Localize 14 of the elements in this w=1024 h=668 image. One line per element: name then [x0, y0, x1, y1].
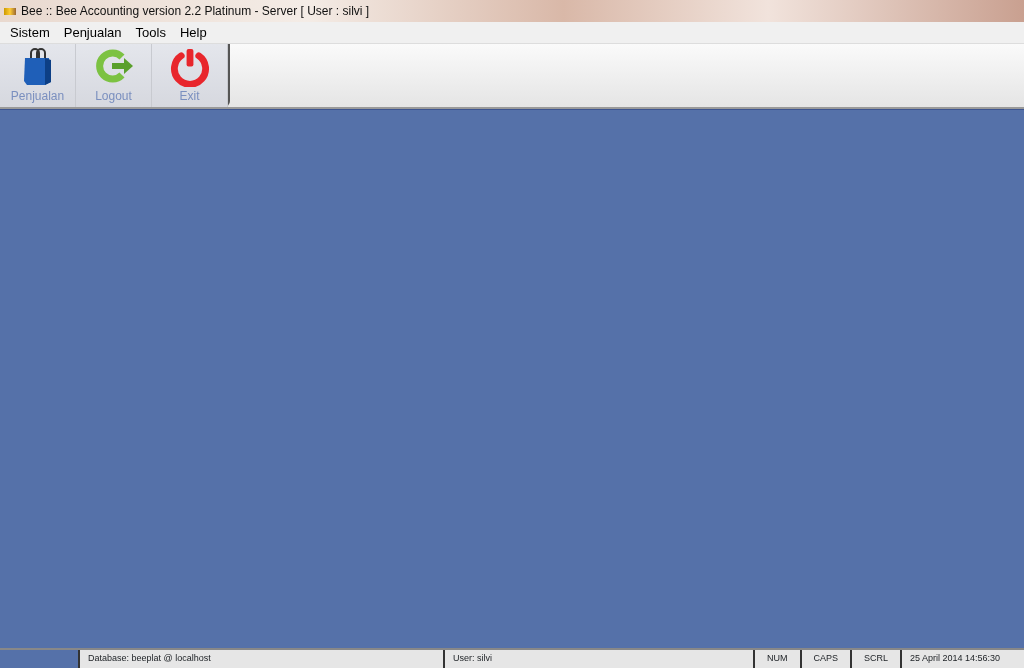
status-text: CAPS [801, 650, 852, 668]
status-text: Database: beeplat @ localhost [80, 650, 445, 668]
menu-item[interactable]: Tools [128, 22, 173, 43]
menu-item[interactable]: Penjualan [56, 22, 129, 43]
status-text: SCRL [852, 650, 903, 668]
power-icon [168, 48, 211, 87]
status-text: 25 April 2014 14:56:30 [909, 652, 1002, 666]
app-icon [4, 7, 16, 15]
circular-arrow-icon [93, 48, 134, 84]
window-title: Bee :: Bee Accounting version 2.2 Platinum - Server [ User : silvi ] [21, 3, 370, 20]
menu-item[interactable]: Help [172, 22, 214, 43]
status-text: NUM [755, 650, 802, 668]
status-text: User: silvi [445, 650, 755, 668]
menu-item[interactable]: Sistem [3, 22, 57, 43]
